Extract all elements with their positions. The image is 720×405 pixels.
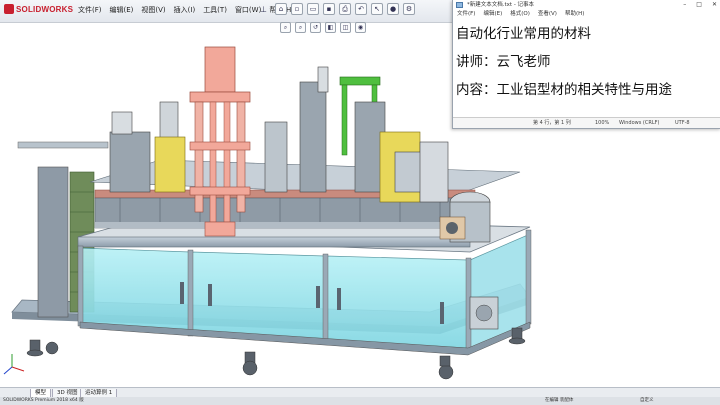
line-ending: Windows (CRLF) [619, 120, 660, 126]
solidworks-statusbar: SOLIDWORKS Premium 2018 x64 版 在编辑 装配体 自定… [0, 397, 720, 405]
options-icon[interactable]: ⚙ [403, 3, 415, 15]
new-icon[interactable]: ▫ [291, 3, 303, 15]
save-icon[interactable]: ▪ [323, 3, 335, 15]
home-icon[interactable]: ⌂ [275, 3, 287, 15]
menu-edit[interactable]: 编辑(E) [110, 5, 134, 15]
coordinate-triad-icon [3, 354, 25, 375]
menu-insert[interactable]: 插入(I) [174, 5, 196, 15]
standard-toolbar: ⌂ ▫ ▭ ▪ ⎙ ↶ ↖ ● ⚙ [275, 3, 415, 15]
text-line: 讲师：云飞老师 [456, 54, 551, 70]
rebuild-icon[interactable]: ● [387, 3, 399, 15]
np-menu-format[interactable]: 格式(O) [510, 10, 530, 19]
ds-logo-icon [4, 4, 14, 14]
status-product: SOLIDWORKS Premium 2018 x64 版 [3, 398, 84, 403]
cursor-icon[interactable]: ↖ [371, 3, 383, 15]
print-icon[interactable]: ⎙ [339, 3, 351, 15]
notepad-statusbar: 第 4 行，第 1 列 100% Windows (CRLF) UTF-8 [453, 117, 720, 128]
np-menu-help[interactable]: 帮助(H) [565, 10, 584, 19]
notepad-text-area[interactable]: 自动化行业常用的材料 讲师：云飞老师 内容：工业铝型材的相关特性与用途 [456, 22, 718, 114]
section-view-icon[interactable]: ◧ [325, 22, 336, 33]
minimize-icon[interactable]: – [683, 0, 686, 10]
np-menu-file[interactable]: 文件(F) [457, 10, 475, 19]
pin-icon[interactable]: ⊥ [260, 5, 267, 14]
cursor-position: 第 4 行，第 1 列 [533, 120, 571, 126]
menu-view[interactable]: 视图(V) [141, 5, 165, 15]
menu-window[interactable]: 窗口(W) [235, 5, 261, 15]
view-toolbar: ⌕ ⌕ ↺ ◧ ◫ ◉ [280, 22, 366, 33]
notepad-window[interactable]: *新建文本文档.txt - 记事本 – □ ✕ 文件(F) 编辑(E) 格式(O… [452, 0, 720, 129]
logo-text: SOLIDWORKS [16, 5, 74, 14]
close-icon[interactable]: ✕ [712, 0, 717, 10]
display-style-icon[interactable]: ◉ [355, 22, 366, 33]
encoding: UTF-8 [675, 120, 690, 126]
open-icon[interactable]: ▭ [307, 3, 319, 15]
view-orientation-icon[interactable]: ◫ [340, 22, 351, 33]
zoom-icon[interactable]: ⌕ [280, 22, 291, 33]
status-editing: 在编辑 装配体 [545, 398, 574, 403]
previous-view-icon[interactable]: ↺ [310, 22, 321, 33]
np-menu-edit[interactable]: 编辑(E) [483, 10, 502, 19]
text-line: 自动化行业常用的材料 [456, 26, 591, 42]
maximize-icon[interactable]: □ [696, 0, 702, 10]
notepad-title: *新建文本文档.txt - 记事本 [467, 2, 535, 8]
undo-icon[interactable]: ↶ [355, 3, 367, 15]
zoom-area-icon[interactable]: ⌕ [295, 22, 306, 33]
status-custom[interactable]: 自定义 [640, 397, 654, 405]
np-menu-view[interactable]: 查看(V) [538, 10, 557, 19]
notepad-icon [456, 2, 463, 8]
solidworks-logo[interactable]: SOLIDWORKS [4, 4, 73, 14]
menu-tools[interactable]: 工具(T) [203, 5, 227, 15]
menu-file[interactable]: 文件(F) [78, 5, 102, 15]
zoom-level: 100% [595, 120, 610, 126]
solidworks-window: SOLIDWORKS 文件(F) 编辑(E) 视图(V) 插入(I) 工具(T)… [0, 0, 720, 405]
text-line: 内容：工业铝型材的相关特性与用途 [456, 82, 672, 98]
notepad-menu-bar: 文件(F) 编辑(E) 格式(O) 查看(V) 帮助(H) [453, 10, 720, 19]
notepad-titlebar[interactable]: *新建文本文档.txt - 记事本 – □ ✕ [453, 0, 720, 10]
